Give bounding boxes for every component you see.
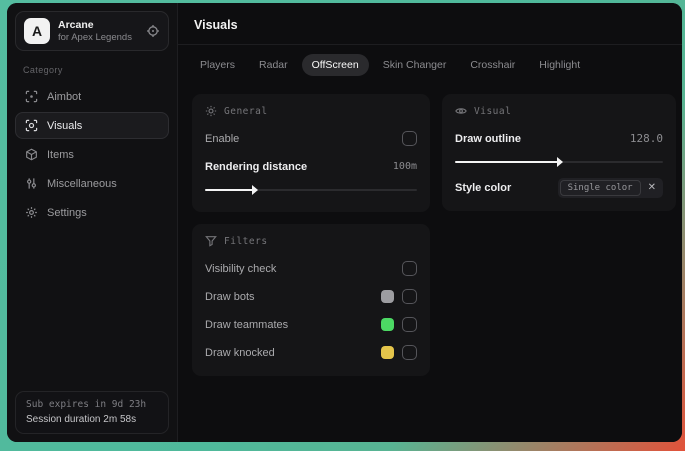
sidebar: A Arcane for Apex Legends Category Aimbo… (7, 3, 178, 442)
rendering-distance-label: Rendering distance (205, 160, 308, 173)
brand-card: A Arcane for Apex Legends (15, 11, 169, 51)
draw-knocked-checkbox[interactable] (402, 345, 417, 360)
sidebar-item-label: Aimbot (47, 90, 82, 103)
close-icon[interactable]: ✕ (648, 182, 656, 193)
session-duration-text: Session duration 2m 58s (26, 414, 137, 425)
tab-crosshair[interactable]: Crosshair (460, 54, 525, 76)
rendering-distance-row: Rendering distance 100m (205, 156, 417, 177)
enable-checkbox[interactable] (402, 131, 417, 146)
visibility-check-label: Visibility check (205, 262, 277, 275)
main-header: Visuals (178, 3, 682, 45)
style-color-row: Style color Single color ✕ (455, 177, 663, 198)
panel-title: Visual (474, 105, 512, 117)
tab-players[interactable]: Players (190, 54, 245, 76)
style-color-label: Style color (455, 181, 512, 194)
sidebar-item-label: Settings (47, 206, 87, 219)
tab-radar[interactable]: Radar (249, 54, 298, 76)
slider-thumb[interactable] (251, 185, 258, 195)
eye-icon (455, 105, 467, 117)
sidebar-item-miscellaneous[interactable]: Miscellaneous (15, 170, 169, 197)
page-title: Visuals (194, 18, 238, 32)
app-window: A Arcane for Apex Legends Category Aimbo… (7, 3, 682, 442)
sidebar-nav: Aimbot Visuals Items Miscellaneous Setti… (15, 83, 169, 226)
rendering-distance-value: 100m (392, 161, 417, 172)
visual-panel: Visual Draw outline 128.0 Style color Si… (442, 94, 676, 211)
tab-offscreen[interactable]: OffScreen (301, 54, 369, 76)
draw-bots-label: Draw bots (205, 290, 255, 303)
draw-teammates-checkbox[interactable] (402, 317, 417, 332)
enable-row: Enable (205, 128, 417, 149)
draw-bots-row: Draw bots (205, 286, 417, 307)
sidebar-item-settings[interactable]: Settings (15, 199, 169, 226)
rendering-distance-slider[interactable] (205, 184, 417, 196)
draw-outline-slider[interactable] (455, 156, 663, 168)
sub-expires-text: Sub expires in 9d 23h (26, 399, 147, 410)
sidebar-item-visuals[interactable]: Visuals (15, 112, 169, 139)
sidebar-item-label: Items (47, 148, 74, 161)
enable-label: Enable (205, 132, 240, 145)
visibility-check-checkbox[interactable] (402, 261, 417, 276)
tab-skin-changer[interactable]: Skin Changer (373, 54, 457, 76)
package-icon (25, 148, 38, 161)
draw-outline-label: Draw outline (455, 132, 522, 145)
draw-bots-color-swatch[interactable] (381, 290, 394, 303)
crosshair-icon[interactable] (146, 24, 160, 38)
draw-knocked-row: Draw knocked (205, 342, 417, 363)
scan-eye-icon (25, 119, 38, 132)
content-area: General Enable Rendering distance 100m F… (178, 82, 682, 388)
slider-thumb[interactable] (557, 157, 563, 167)
visibility-check-row: Visibility check (205, 258, 417, 279)
sliders-icon (25, 177, 38, 190)
sidebar-item-label: Visuals (47, 119, 83, 132)
draw-outline-value: 128.0 (629, 132, 663, 145)
draw-teammates-color-swatch[interactable] (381, 318, 394, 331)
filters-panel: Filters Visibility check Draw bots Draw … (192, 224, 430, 376)
funnel-icon (205, 235, 217, 247)
app-logo: A (24, 18, 50, 44)
style-color-select[interactable]: Single color ✕ (557, 177, 663, 198)
draw-outline-row: Draw outline 128.0 (455, 128, 663, 149)
general-panel: General Enable Rendering distance 100m (192, 94, 430, 212)
app-title: Arcane (58, 18, 94, 31)
sidebar-item-items[interactable]: Items (15, 141, 169, 168)
main-content: Visuals Players Radar OffScreen Skin Cha… (178, 3, 682, 442)
sidebar-item-label: Miscellaneous (47, 177, 117, 190)
sidebar-item-aimbot[interactable]: Aimbot (15, 83, 169, 110)
panel-title: Filters (224, 235, 268, 247)
gear-icon (25, 206, 38, 219)
panel-title: General (224, 105, 268, 117)
app-subtitle: for Apex Legends (58, 31, 132, 43)
sidebar-section-label: Category (23, 65, 63, 75)
tab-bar: Players Radar OffScreen Skin Changer Cro… (178, 45, 682, 82)
style-color-value: Single color (559, 179, 641, 196)
draw-knocked-color-swatch[interactable] (381, 346, 394, 359)
draw-teammates-row: Draw teammates (205, 314, 417, 335)
sun-icon (205, 105, 217, 117)
aimbot-crosshair-icon (25, 90, 38, 103)
tab-highlight[interactable]: Highlight (529, 54, 590, 76)
draw-bots-checkbox[interactable] (402, 289, 417, 304)
subscription-card: Sub expires in 9d 23h Session duration 2… (15, 391, 169, 434)
draw-teammates-label: Draw teammates (205, 318, 289, 331)
draw-knocked-label: Draw knocked (205, 346, 275, 359)
